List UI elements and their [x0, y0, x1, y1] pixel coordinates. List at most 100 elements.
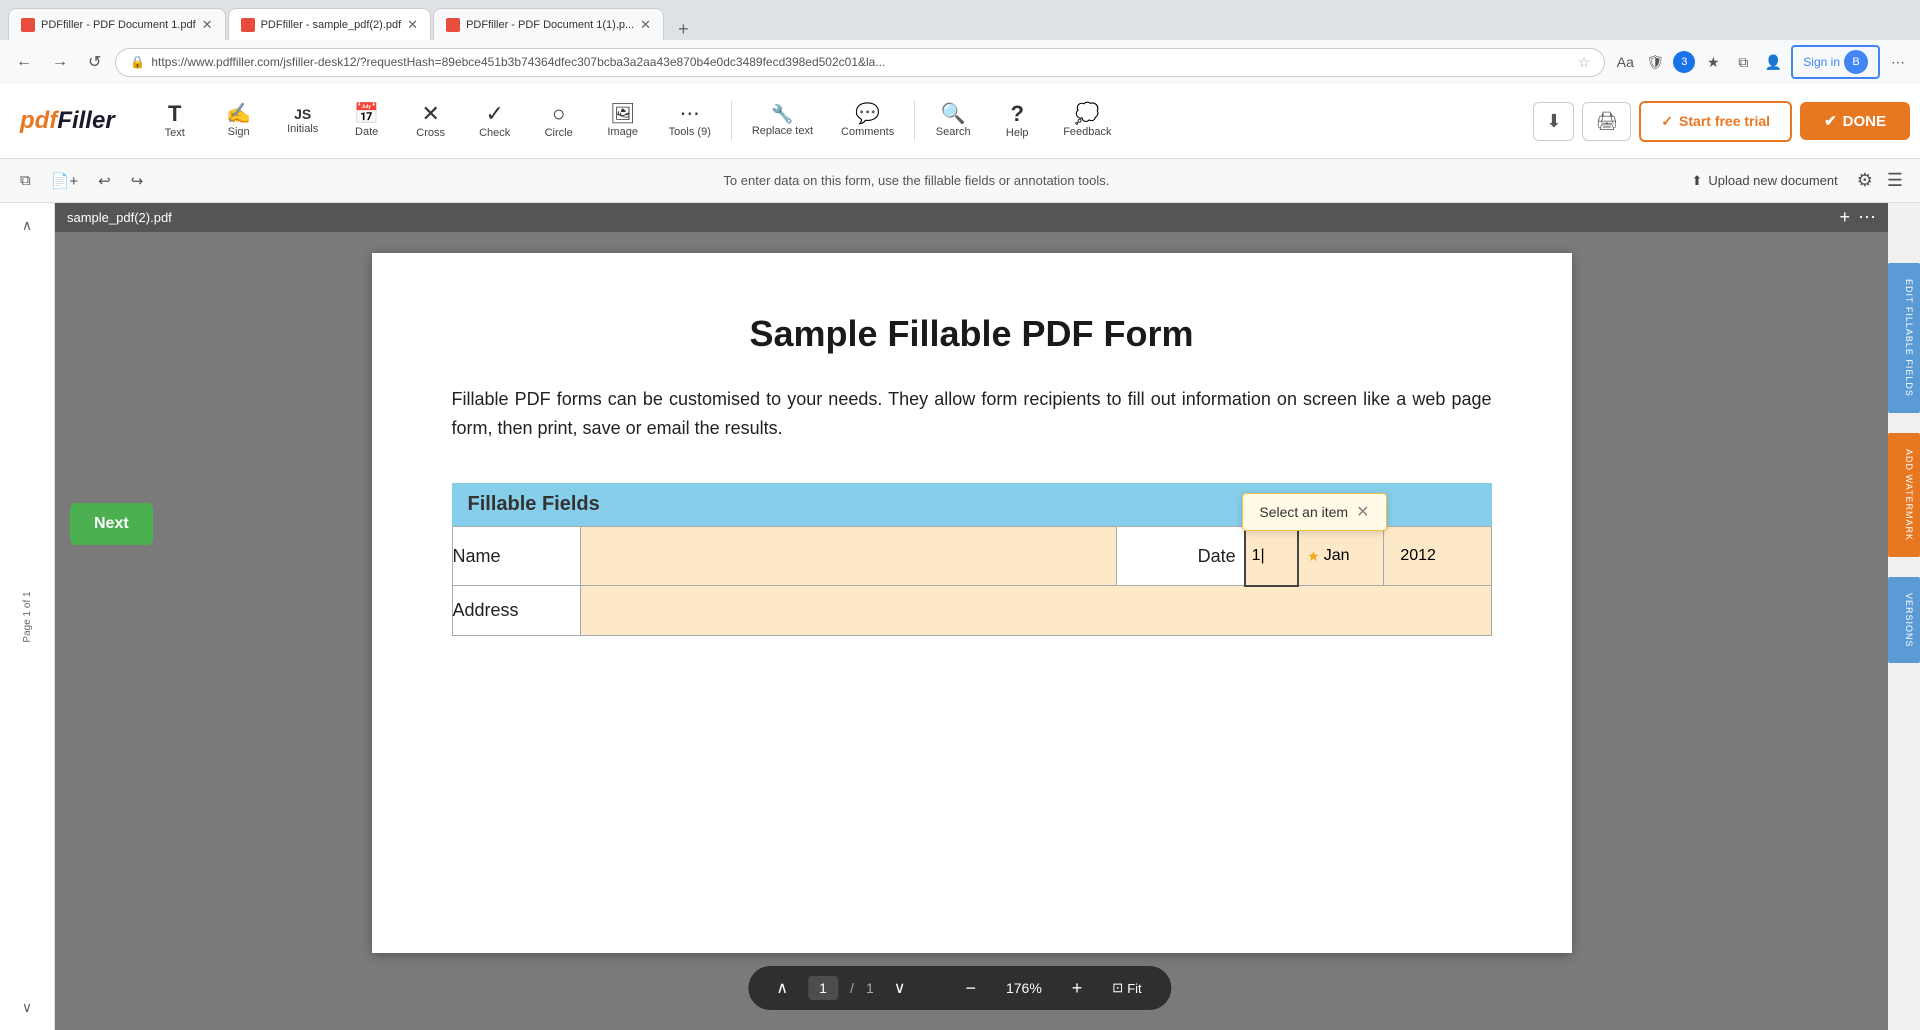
profile-icon[interactable]: 👤 — [1761, 50, 1785, 74]
select-item-text: Select an item — [1259, 504, 1348, 520]
add-watermark-tab[interactable]: ADD WATERMARK — [1888, 433, 1920, 557]
edit-fillable-fields-label: EDIT FILLABLE FIELDS — [1904, 279, 1914, 397]
reader-icon[interactable]: Aa — [1613, 50, 1637, 74]
add-icon[interactable]: + — [1839, 207, 1850, 228]
shield-icon[interactable]: 🛡 — [1643, 50, 1667, 74]
date-day-cell[interactable]: 1| — [1245, 527, 1299, 586]
help-tool[interactable]: ? Help — [987, 97, 1047, 145]
tab-1[interactable]: PDFfiller - PDF Document 1.pdf ✕ — [8, 8, 226, 40]
collapse-bottom-button[interactable]: ∨ — [18, 995, 36, 1020]
add-page-button[interactable]: 📄+ — [43, 167, 86, 195]
search-icon: 🔍 — [941, 104, 966, 124]
search-label: Search — [936, 126, 971, 138]
zoom-minus-button[interactable]: − — [957, 976, 984, 1001]
new-tab-button[interactable]: + — [670, 19, 697, 40]
name-input-cell[interactable] — [581, 527, 1117, 586]
undo-button[interactable]: ↩ — [90, 167, 119, 195]
redo-button[interactable]: ↪ — [123, 167, 152, 195]
name-label: Name — [452, 527, 581, 586]
text-tool[interactable]: T Text — [145, 97, 205, 145]
fit-button[interactable]: ⊡ Fit — [1102, 976, 1151, 1000]
address-input-cell[interactable] — [581, 586, 1491, 636]
sign-icon: ✍ — [226, 104, 251, 124]
done-button[interactable]: ✔ DONE — [1800, 102, 1910, 140]
add-watermark-label: ADD WATERMARK — [1904, 449, 1914, 541]
more-icon[interactable]: ⋯ — [1886, 50, 1910, 74]
date-year-cell[interactable]: 2012 — [1384, 527, 1491, 586]
search-tool[interactable]: 🔍 Search — [923, 98, 983, 144]
feedback-tool[interactable]: 💭 Feedback — [1051, 98, 1123, 144]
settings-button[interactable]: ⚙ — [1852, 165, 1878, 196]
page-down-button[interactable]: ∨ — [886, 974, 914, 1002]
extension-icon[interactable]: 3 — [1673, 51, 1695, 73]
trial-checkmark: ✓ — [1661, 113, 1673, 130]
feedback-icon: 💭 — [1075, 104, 1100, 124]
address-bar[interactable]: 🔒 https://www.pdffiller.com/jsfiller-des… — [115, 48, 1605, 77]
done-label: DONE — [1843, 113, 1886, 130]
comments-label: Comments — [841, 126, 894, 138]
page-indicator-text: Page 1 of 1 — [22, 591, 33, 642]
date-month-cell[interactable]: ★ Jan — [1298, 527, 1384, 586]
sign-in-button[interactable]: Sign in B — [1791, 45, 1880, 79]
bookmark-icon[interactable]: ☆ — [1578, 54, 1591, 71]
fillable-table: Name Date 1| ★ Jan — [452, 526, 1492, 637]
check-tool[interactable]: ✓ Check — [465, 97, 525, 145]
date-month-value: Jan — [1324, 547, 1350, 565]
image-tool[interactable]: 🖼 Image — [593, 98, 653, 144]
cursor: | — [1261, 547, 1265, 565]
download-button[interactable]: ⬇ — [1533, 102, 1574, 141]
tools-tool[interactable]: ⋯ Tools (9) — [657, 98, 723, 144]
copy-page-button[interactable]: ⧉ — [12, 167, 39, 194]
page-up-button[interactable]: ∧ — [768, 974, 796, 1002]
zoom-plus-button[interactable]: + — [1064, 976, 1091, 1001]
favorites-icon[interactable]: ★ — [1701, 50, 1725, 74]
versions-tab[interactable]: VERSIONS — [1888, 577, 1920, 664]
check-icon: ✓ — [485, 103, 503, 125]
tab-3-title: PDFfiller - PDF Document 1(1).p... — [466, 19, 634, 31]
text-icon: T — [168, 103, 181, 125]
reload-button[interactable]: ↺ — [82, 48, 107, 76]
sign-tool[interactable]: ✍ Sign — [209, 98, 269, 144]
collapse-top-button[interactable]: ∧ — [18, 213, 36, 238]
circle-tool[interactable]: ○ Circle — [529, 97, 589, 145]
tab-1-title: PDFfiller - PDF Document 1.pdf — [41, 19, 196, 31]
browser-chrome: PDFfiller - PDF Document 1.pdf ✕ PDFfill… — [0, 0, 1920, 84]
page-number-input[interactable] — [808, 976, 838, 1000]
upload-new-document-button[interactable]: ⬆ Upload new document — [1681, 168, 1847, 194]
collections-icon[interactable]: ⧉ — [1731, 50, 1755, 74]
tab-3[interactable]: PDFfiller - PDF Document 1(1).p... ✕ — [433, 8, 664, 40]
next-button[interactable]: Next — [70, 503, 153, 545]
comments-icon: 💬 — [855, 104, 880, 124]
content-area: Next sample_pdf(2).pdf + ⋯ Sample Fillab… — [55, 203, 1888, 1030]
feedback-label: Feedback — [1063, 126, 1111, 138]
tab-1-close[interactable]: ✕ — [202, 17, 213, 33]
initials-tool[interactable]: JS Initials — [273, 101, 333, 141]
help-icon: ? — [1010, 103, 1023, 125]
date-tool[interactable]: 📅 Date — [337, 98, 397, 144]
back-button[interactable]: ← — [10, 49, 38, 75]
date-icon: 📅 — [354, 104, 379, 124]
tab-2[interactable]: PDFfiller - sample_pdf(2).pdf ✕ — [228, 8, 432, 40]
text-label: Text — [165, 127, 185, 139]
more-options-icon[interactable]: ⋯ — [1858, 207, 1876, 228]
tab-3-close[interactable]: ✕ — [640, 17, 651, 33]
tab-2-close[interactable]: ✕ — [407, 17, 418, 33]
star-icon: ★ — [1307, 548, 1320, 565]
tab-bar: PDFfiller - PDF Document 1.pdf ✕ PDFfill… — [0, 0, 1920, 40]
replace-text-tool[interactable]: 🔧 Replace text — [740, 99, 825, 143]
panel-toggle-button[interactable]: ☰ — [1882, 165, 1908, 196]
trial-button[interactable]: ✓ Start free trial — [1639, 101, 1792, 142]
select-item-close-button[interactable]: ✕ — [1356, 502, 1369, 522]
check-label: Check — [479, 127, 510, 139]
image-label: Image — [607, 126, 638, 138]
main-layout: ∧ Page 1 of 1 ∨ Next sample_pdf(2).pdf +… — [0, 203, 1920, 1030]
bottom-bar: ∧ / 1 ∨ − 176% + ⊡ Fit — [748, 966, 1171, 1010]
cross-tool[interactable]: ✕ Cross — [401, 97, 461, 145]
forward-button[interactable]: → — [46, 49, 74, 75]
pdf-title: Sample Fillable PDF Form — [452, 313, 1492, 355]
replace-text-label: Replace text — [752, 125, 813, 137]
print-button[interactable]: 🖨 — [1582, 102, 1631, 141]
lock-icon: 🔒 — [130, 55, 145, 69]
comments-tool[interactable]: 💬 Comments — [829, 98, 906, 144]
edit-fillable-fields-tab[interactable]: EDIT FILLABLE FIELDS — [1888, 263, 1920, 413]
